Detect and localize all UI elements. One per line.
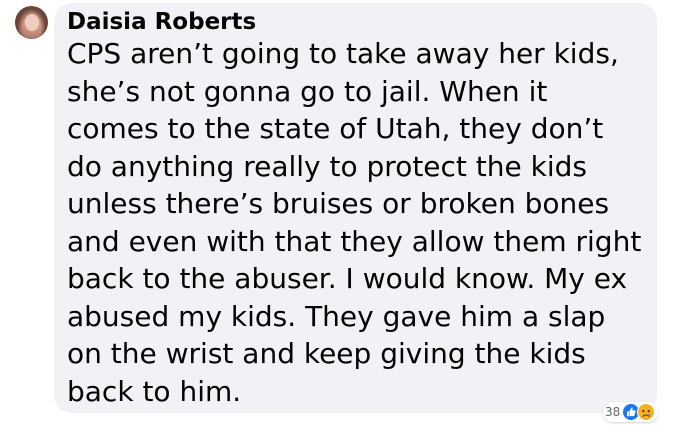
comment-line: and even with that they allow them right [67,224,642,258]
comment-author[interactable]: Daisia Roberts [67,6,256,38]
avatar[interactable] [15,6,48,39]
avatar-face [25,14,39,31]
comment-line: she’s not gonna go to jail. When it [67,74,548,108]
reaction-count: 38 [605,405,621,419]
comment-line: abused my kids. They gave him a slap [67,299,606,333]
sad-icon [637,403,656,421]
comment-line: on the wrist and keep giving the kids [67,337,586,370]
comment-text: CPS aren’t going to take away her kids, … [67,35,652,410]
reactions-summary[interactable]: 38 [603,402,659,422]
comment-line: comes to the state of Utah, they don’t [67,112,604,145]
comment-line: do anything really to protect the kids [67,149,588,183]
comment-line: back to him. [67,374,242,408]
comment-line: CPS aren’t going to take away her kids, [67,37,619,70]
comment-line: unless there’s bruises or broken bones [67,187,610,220]
comment-line: back to the abuser. I would know. My ex [67,262,628,295]
